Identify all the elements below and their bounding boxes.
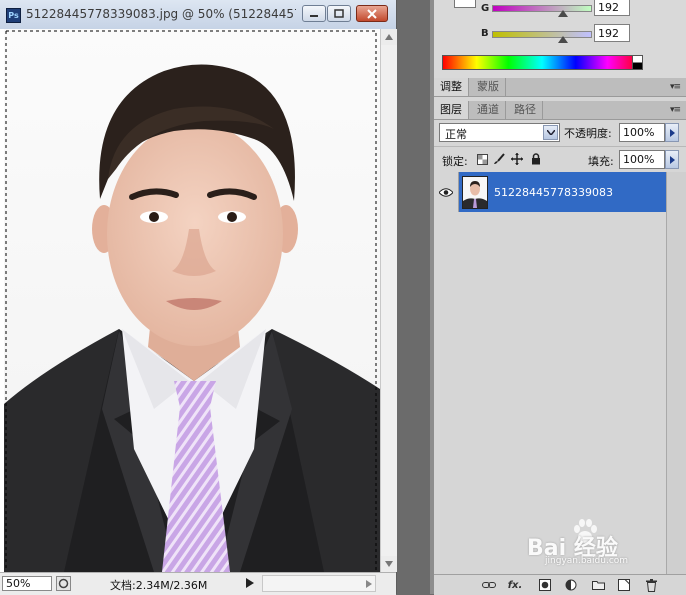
lock-position-move-icon[interactable] <box>511 153 523 165</box>
g-channel-label: G <box>481 3 490 14</box>
layer-row[interactable]: 51228445778339083 <box>434 172 666 212</box>
g-slider-thumb[interactable] <box>558 10 568 17</box>
g-channel-slider[interactable] <box>492 5 592 12</box>
fx-icon[interactable]: fx. <box>508 578 523 592</box>
maximize-button[interactable] <box>327 5 351 22</box>
horizontal-scrollbar[interactable] <box>262 575 376 592</box>
tab-channels[interactable]: 通道 <box>471 101 506 119</box>
chevron-down-icon[interactable] <box>543 125 558 140</box>
opacity-field[interactable]: 100% <box>619 123 665 142</box>
layer-name: 51228445778339083 <box>494 186 613 199</box>
fill-field[interactable]: 100% <box>619 150 665 169</box>
document-size: 文档:2.34M/2.36M <box>110 579 208 592</box>
minimize-button[interactable] <box>302 5 326 22</box>
panel-menu-icon[interactable]: ▾≡ <box>670 82 681 92</box>
watermark-url: jingyan.baidu.com <box>545 556 629 566</box>
layers-scrollbar[interactable] <box>666 172 686 574</box>
blend-mode-value: 正常 <box>445 128 467 141</box>
trash-icon[interactable] <box>644 578 658 592</box>
opacity-label: 不透明度: <box>564 127 612 140</box>
tab-layers[interactable]: 图层 <box>434 101 469 119</box>
fill-slider-button[interactable] <box>665 150 679 169</box>
blend-mode-select[interactable]: 正常 <box>439 123 560 142</box>
b-value-field[interactable]: 192 <box>594 24 630 42</box>
arrow-down-icon <box>385 561 393 567</box>
layer-thumbnail <box>462 176 488 209</box>
document-window: Ps 51228445778339083.jpg @ 50% (51228445… <box>0 0 397 595</box>
status-bar: 50% 文档:2.34M/2.36M <box>0 572 396 595</box>
layer-visibility-toggle[interactable] <box>434 172 459 212</box>
b-channel-slider[interactable] <box>492 31 592 38</box>
arrow-right-icon <box>669 128 675 137</box>
zoom-level-field[interactable]: 50% <box>2 576 52 591</box>
image-canvas[interactable] <box>0 29 396 572</box>
layers-list: 51228445778339083 <box>434 172 686 574</box>
portrait-photo <box>4 29 380 572</box>
black-white-swatch[interactable] <box>632 55 643 70</box>
arrow-right-icon <box>669 155 675 164</box>
layers-tab-row: 图层 通道 路径 ▾≡ <box>434 101 686 120</box>
b-slider-thumb[interactable] <box>558 36 568 43</box>
color-spectrum-bar[interactable] <box>442 55 642 70</box>
opacity-slider-button[interactable] <box>665 123 679 142</box>
close-icon <box>367 8 377 19</box>
color-panel: G 192 B 192 <box>434 0 686 79</box>
mask-icon[interactable] <box>538 578 552 592</box>
adjustment-icon[interactable] <box>564 578 578 592</box>
arrow-right-icon <box>366 580 372 588</box>
adjustments-tab-row: 调整 蒙版 ▾≡ <box>434 78 686 97</box>
b-channel-label: B <box>481 28 489 39</box>
scroll-up-arrow[interactable] <box>381 29 397 45</box>
g-value-field[interactable]: 192 <box>594 0 630 16</box>
status-info-icon[interactable] <box>56 576 71 591</box>
arrow-up-icon <box>385 34 393 40</box>
lock-pixels-brush-icon[interactable] <box>493 153 505 165</box>
lock-row: 锁定: 填充: 100% <box>434 146 686 174</box>
layers-panel-menu-icon[interactable]: ▾≡ <box>670 105 681 115</box>
minimize-icon <box>310 14 318 17</box>
scroll-down-arrow[interactable] <box>381 556 397 572</box>
lock-transparency-icon[interactable] <box>476 153 488 165</box>
tab-masks[interactable]: 蒙版 <box>471 78 506 96</box>
maximize-icon <box>334 9 344 18</box>
background-color-swatch[interactable] <box>454 0 476 8</box>
fill-label: 填充: <box>588 155 614 168</box>
photoshop-app-icon: Ps <box>6 8 21 23</box>
right-panels: G 192 B 192 调整 蒙版 ▾≡ 图层 通道 路径 ▾≡ 正常 不透明度… <box>434 0 686 595</box>
lock-label: 锁定: <box>442 155 468 168</box>
tab-paths[interactable]: 路径 <box>508 101 543 119</box>
layers-footer: fx. <box>434 574 686 595</box>
lock-all-icon[interactable] <box>530 153 542 165</box>
baidu-jingyan-watermark: Bai 经验 jingyan.baidu.com <box>527 518 659 566</box>
group-folder-icon[interactable] <box>591 578 605 592</box>
status-menu-arrow-icon[interactable] <box>246 578 254 588</box>
close-button[interactable] <box>356 5 388 22</box>
document-titlebar[interactable]: Ps 51228445778339083.jpg @ 50% (51228445… <box>0 0 396 30</box>
document-title: 51228445778339083.jpg @ 50% (512284457..… <box>26 7 296 21</box>
tab-adjustments[interactable]: 调整 <box>434 78 469 96</box>
vertical-scrollbar[interactable] <box>380 29 397 572</box>
eye-icon <box>439 187 453 197</box>
new-layer-icon[interactable] <box>617 578 631 592</box>
link-icon[interactable] <box>482 578 496 592</box>
